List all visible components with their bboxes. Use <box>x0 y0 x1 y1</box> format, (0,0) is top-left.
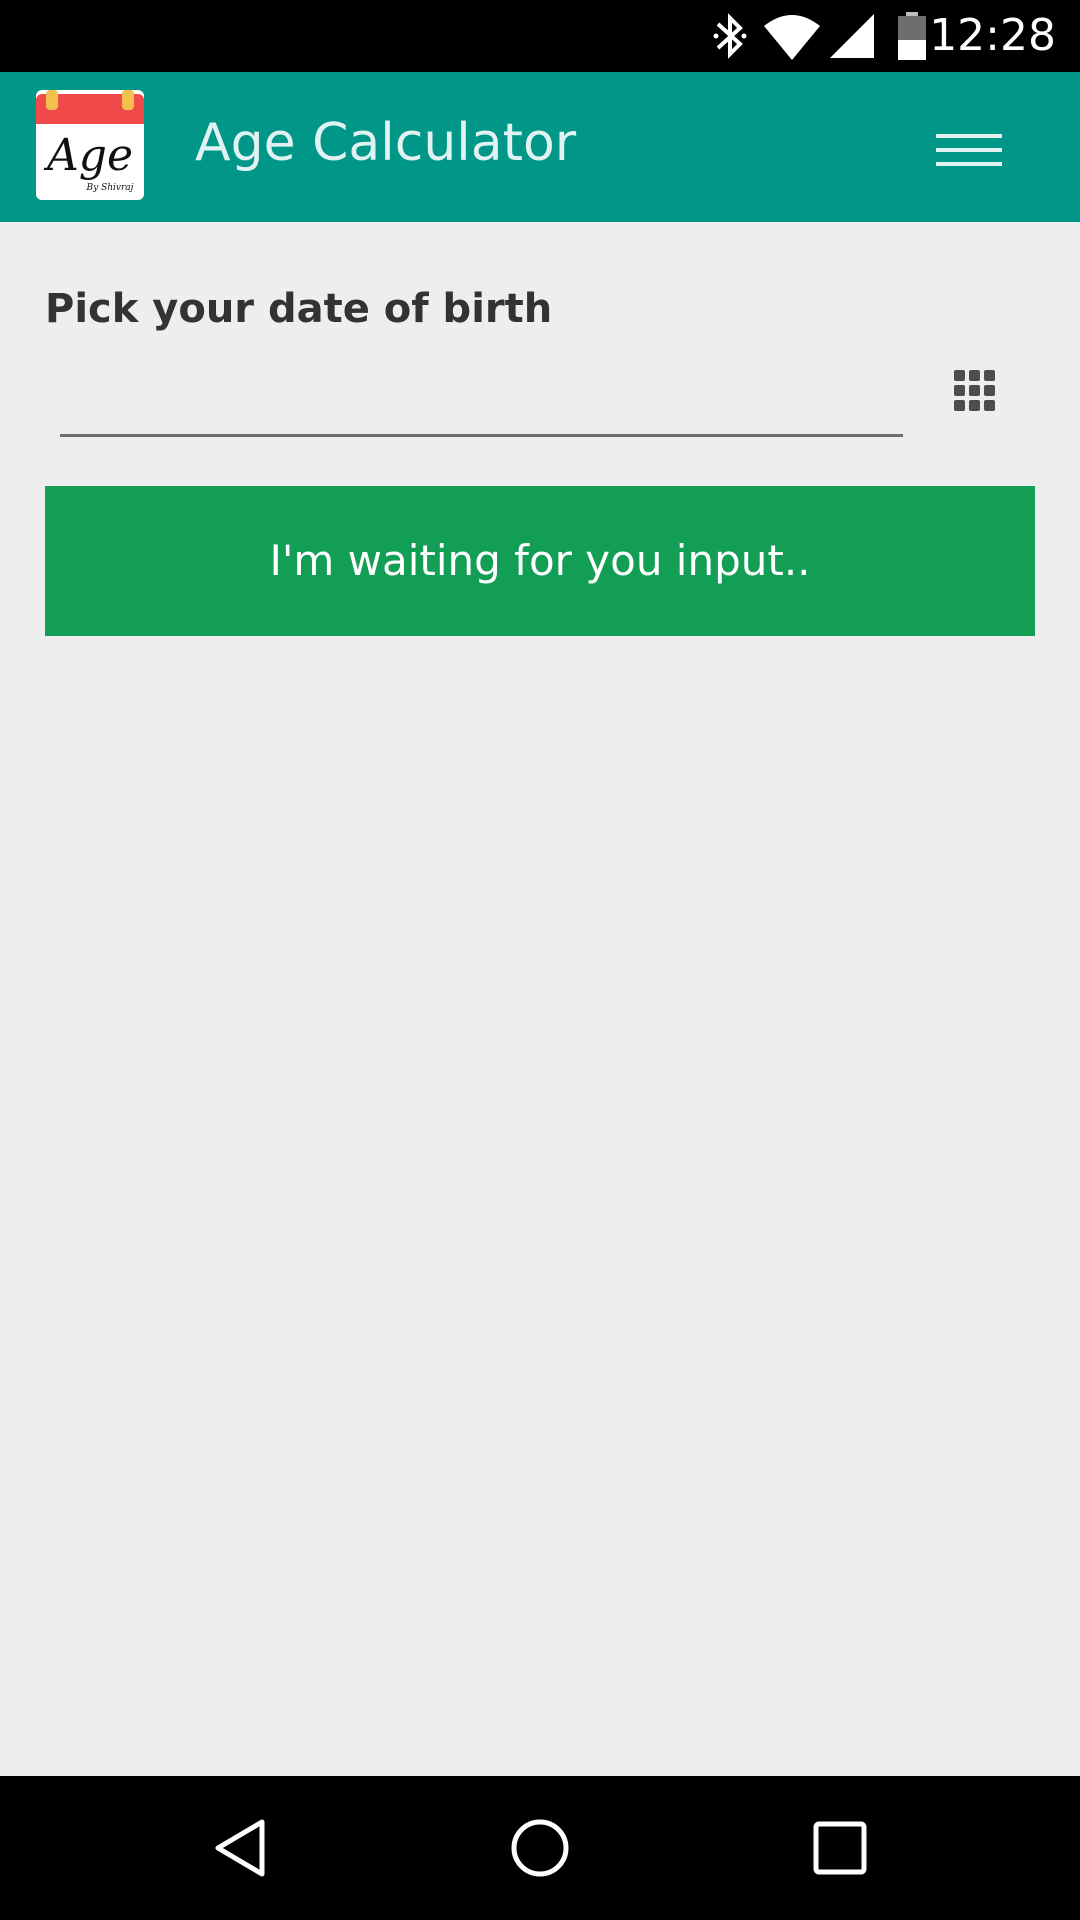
result-button[interactable]: I'm waiting for you input.. <box>45 486 1035 636</box>
home-icon[interactable] <box>500 1808 580 1888</box>
recents-icon[interactable] <box>800 1808 880 1888</box>
app-title: Age Calculator <box>195 113 577 173</box>
cell-signal-icon <box>830 14 874 58</box>
bluetooth-icon <box>713 13 747 59</box>
hamburger-menu-icon[interactable] <box>920 112 1016 184</box>
status-bar: 12:28 <box>0 0 1080 72</box>
wifi-icon <box>764 15 820 60</box>
app-logo-icon: Age By Shivraj <box>36 90 144 200</box>
app-bar: Age By Shivraj Age Calculator <box>0 72 1080 222</box>
back-icon[interactable] <box>200 1808 280 1888</box>
battery-icon <box>898 12 926 60</box>
logo-text: Age <box>43 130 133 181</box>
dob-label: Pick your date of birth <box>45 286 553 332</box>
screen: 12:28 Age By Shivraj Age Calculator Pick… <box>0 0 1080 1920</box>
grid-calendar-icon[interactable] <box>948 362 1002 416</box>
nav-bar <box>0 1776 1080 1920</box>
dob-input[interactable] <box>60 365 903 437</box>
logo-subtext: By Shivraj <box>86 183 134 193</box>
status-time: 12:28 <box>929 10 1056 61</box>
